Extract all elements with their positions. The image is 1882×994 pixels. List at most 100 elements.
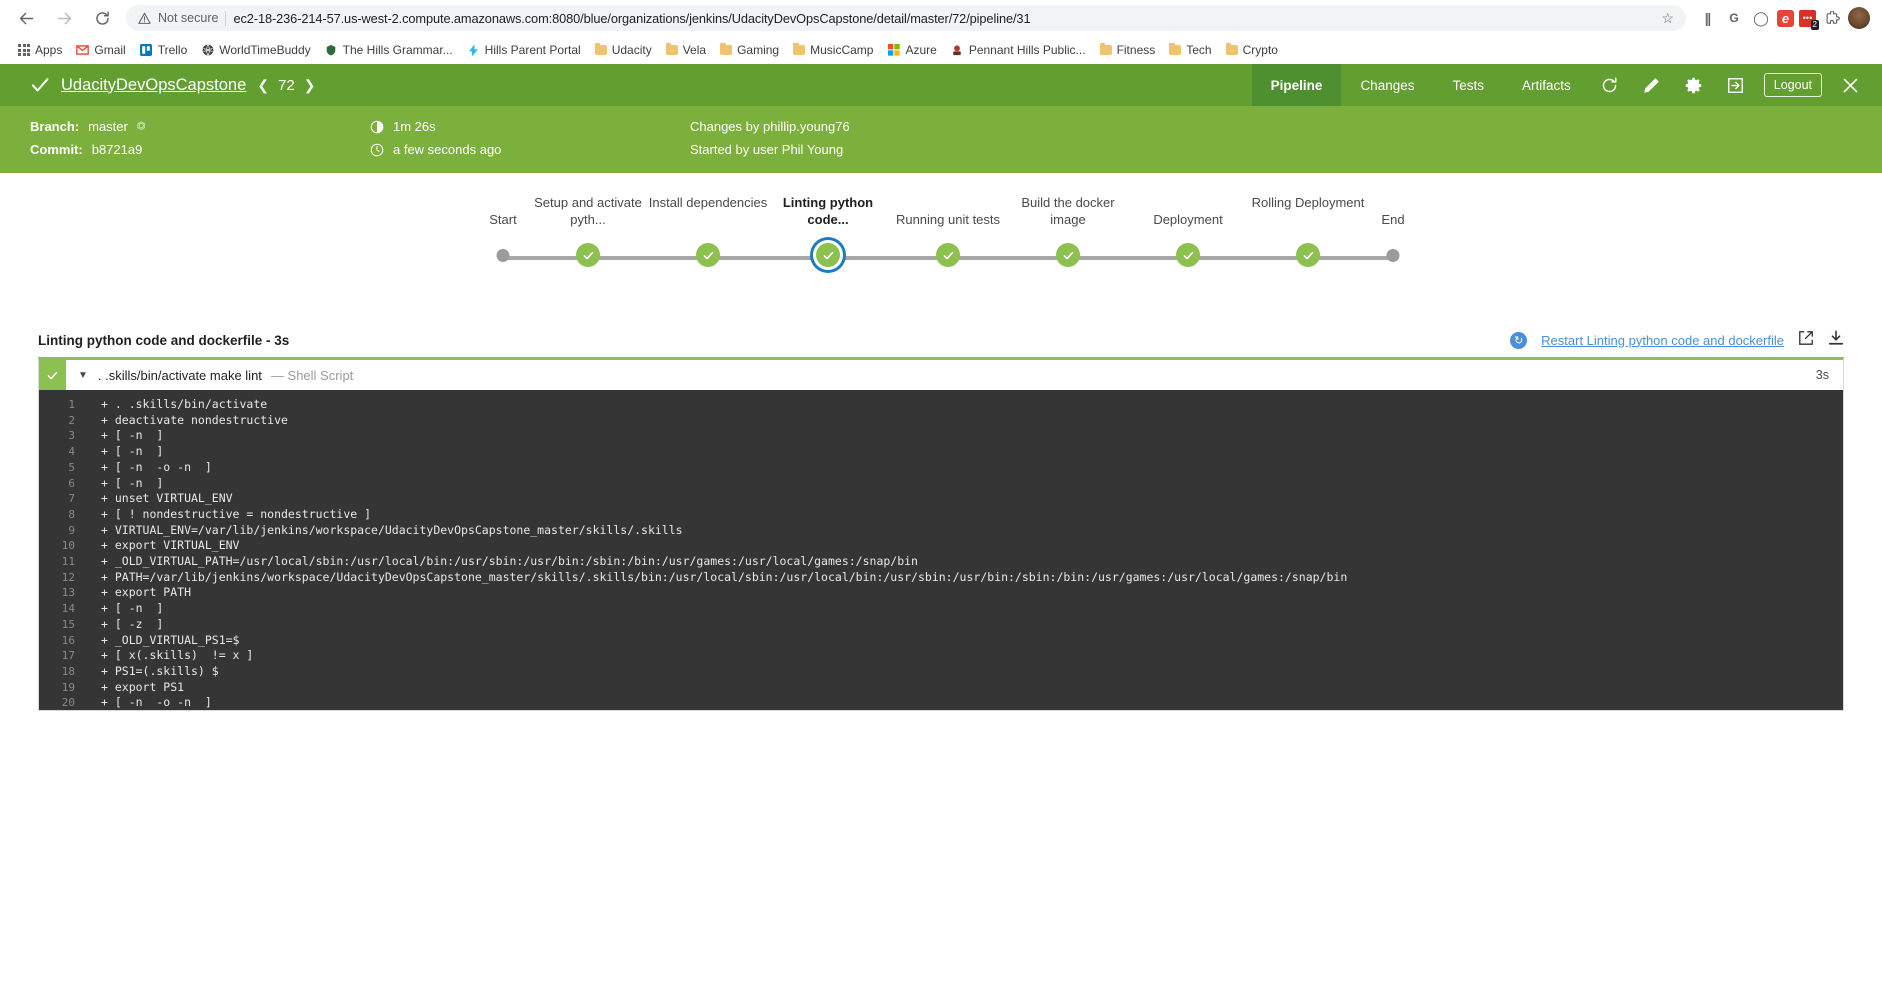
pipeline-stage-end[interactable]: End bbox=[1333, 211, 1453, 228]
console-line: 4 + [ -n ] bbox=[39, 444, 1843, 460]
pipeline-stage-setup[interactable]: Setup and activate pyth... bbox=[528, 194, 648, 228]
pipeline-stage-rolling-deployment[interactable]: Rolling Deployment bbox=[1248, 194, 1368, 211]
restart-circle-icon[interactable]: ↻ bbox=[1510, 331, 1528, 349]
success-check-icon bbox=[936, 243, 960, 267]
chevron-down-icon[interactable]: ▼ bbox=[66, 370, 98, 381]
extensions-puzzle-icon[interactable] bbox=[1821, 7, 1843, 29]
console-line-text: + unset VIRTUAL_ENV bbox=[101, 491, 233, 506]
console-line-text: + [ -n ] bbox=[101, 475, 164, 490]
pipeline-node-unit-tests[interactable] bbox=[936, 243, 960, 267]
commit-info: Commit: b8721a9 bbox=[30, 142, 370, 157]
url-text[interactable]: ec2-18-236-214-57.us-west-2.compute.amaz… bbox=[233, 11, 1030, 26]
tab-changes[interactable]: Changes bbox=[1341, 64, 1433, 106]
tab-tests[interactable]: Tests bbox=[1433, 64, 1503, 106]
bookmark-worldtimebuddy[interactable]: WorldTimeBuddy bbox=[194, 40, 317, 60]
bookmark-fitness[interactable]: Fitness bbox=[1093, 40, 1163, 60]
download-icon[interactable] bbox=[1828, 330, 1844, 350]
external-link-icon[interactable]: ⏣ bbox=[137, 121, 146, 132]
bookmark-hills-parent-portal[interactable]: Hills Parent Portal bbox=[460, 40, 588, 60]
metadata-row-1: Branch: master ⏣ 1m 26s Changes by phill… bbox=[30, 115, 1882, 138]
bookmark-azure[interactable]: Azure bbox=[880, 40, 943, 60]
bookmark-tech[interactable]: Tech bbox=[1162, 40, 1218, 60]
pipeline-node-deployment[interactable] bbox=[1176, 243, 1200, 267]
step-header[interactable]: ▼ . .skills/bin/activate make lint — She… bbox=[39, 360, 1843, 390]
console-line: 1 + . .skills/bin/activate bbox=[39, 397, 1843, 413]
bookmark-vela[interactable]: Vela bbox=[659, 40, 713, 60]
tab-pipeline[interactable]: Pipeline bbox=[1251, 64, 1342, 106]
lightning-icon bbox=[467, 43, 480, 57]
logout-button[interactable]: Logout bbox=[1763, 73, 1822, 97]
console-line: 18 + PS1=(.skills) $ bbox=[39, 664, 1843, 680]
console-line-text: + PS1=(.skills) $ bbox=[101, 663, 219, 678]
pipeline-node-setup[interactable] bbox=[576, 243, 600, 267]
bookmark-star-icon[interactable]: ☆ bbox=[1653, 10, 1674, 27]
back-arrow-icon[interactable] bbox=[12, 4, 40, 32]
folder-icon bbox=[793, 42, 806, 55]
pipeline-stage-deployment[interactable]: Deployment bbox=[1128, 211, 1248, 228]
bookmark-label: Gmail bbox=[94, 43, 126, 57]
step-container: ▼ . .skills/bin/activate make lint — She… bbox=[38, 357, 1844, 711]
pipeline-node-linting[interactable] bbox=[816, 243, 840, 267]
step-success-check-icon bbox=[39, 360, 66, 390]
rerun-icon[interactable] bbox=[1590, 64, 1630, 106]
bookmark-pennant-hills[interactable]: Pennant Hills Public... bbox=[944, 40, 1093, 60]
success-check-icon bbox=[816, 243, 840, 267]
bookmark-gmail[interactable]: Gmail bbox=[69, 40, 132, 60]
bookmark-crypto[interactable]: Crypto bbox=[1219, 40, 1285, 60]
console-line: 5 + [ -n -o -n ] bbox=[39, 460, 1843, 476]
console-line: 17 + [ x(.skills) != x ] bbox=[39, 648, 1843, 664]
pipeline-node-start[interactable] bbox=[496, 243, 510, 267]
bookmark-udacity[interactable]: Udacity bbox=[588, 40, 659, 60]
time-ago-value: a few seconds ago bbox=[393, 142, 502, 157]
opera-extension-icon[interactable]: ◯ bbox=[1750, 7, 1772, 29]
bars-extension-icon[interactable]: ||| bbox=[1696, 7, 1718, 29]
console-line: 19 + export PS1 bbox=[39, 680, 1843, 696]
console-line: 13 + export PATH bbox=[39, 585, 1843, 601]
chevron-left-icon[interactable]: ❮ bbox=[257, 77, 269, 94]
branch-label: Branch: bbox=[30, 119, 80, 134]
pipeline-graph: Start Setup and activate pyth... Install… bbox=[0, 173, 1882, 323]
pipeline-node-end[interactable] bbox=[1386, 243, 1400, 267]
pipeline-node-build-docker[interactable] bbox=[1056, 243, 1080, 267]
restart-stage-link[interactable]: Restart Linting python code and dockerfi… bbox=[1541, 333, 1784, 348]
stage-label: Setup and activate pyth... bbox=[534, 195, 642, 227]
exit-arrow-icon[interactable] bbox=[1716, 64, 1756, 106]
pipeline-name-link[interactable]: UdacityDevOpsCapstone bbox=[61, 76, 246, 95]
console-line-text: + [ ! nondestructive = nondestructive ] bbox=[101, 506, 372, 521]
bookmark-trello[interactable]: Trello bbox=[133, 40, 195, 60]
chevron-right-icon[interactable]: ❯ bbox=[304, 77, 316, 94]
grammarly-extension-icon[interactable]: G bbox=[1723, 7, 1745, 29]
pipeline-stage-install[interactable]: Install dependencies bbox=[648, 194, 768, 211]
pipeline-stage-linting[interactable]: Linting python code... bbox=[768, 194, 888, 228]
stage-label: Linting python code... bbox=[782, 195, 874, 227]
forward-arrow-icon[interactable] bbox=[50, 4, 78, 32]
console-line-number: 15 bbox=[61, 617, 75, 631]
connector bbox=[1188, 256, 1308, 260]
address-bar[interactable]: Not secure ec2-18-236-214-57.us-west-2.c… bbox=[126, 5, 1686, 31]
profile-avatar[interactable] bbox=[1848, 7, 1870, 29]
connector bbox=[828, 256, 948, 260]
reload-icon[interactable] bbox=[88, 4, 116, 32]
red-extension-icon[interactable]: ••• 2 bbox=[1799, 9, 1819, 30]
console-output[interactable]: 1 + . .skills/bin/activate 2 + deactivate n… bbox=[39, 390, 1843, 710]
end-node-dot bbox=[1386, 248, 1400, 262]
console-line-number: 16 bbox=[61, 633, 75, 647]
pipeline-node-rolling-deployment[interactable] bbox=[1296, 243, 1320, 267]
tab-artifacts[interactable]: Artifacts bbox=[1503, 64, 1590, 106]
browser-toolbar: Not secure ec2-18-236-214-57.us-west-2.c… bbox=[0, 0, 1882, 36]
console-line-number: 18 bbox=[61, 664, 75, 678]
edit-pencil-icon[interactable] bbox=[1632, 64, 1672, 106]
bookmark-musiccamp[interactable]: MusicCamp bbox=[786, 40, 880, 60]
pipeline-stage-build-docker[interactable]: Build the docker image bbox=[1008, 194, 1128, 228]
pipeline-stage-unit-tests[interactable]: Running unit tests bbox=[888, 211, 1008, 228]
bookmark-apps[interactable]: Apps bbox=[11, 40, 69, 60]
console-line-number: 12 bbox=[61, 570, 75, 584]
bookmark-label: Tech bbox=[1186, 43, 1212, 57]
evernote-extension-icon[interactable]: e bbox=[1777, 9, 1794, 27]
bookmark-hills-grammar[interactable]: The Hills Grammar... bbox=[318, 40, 460, 60]
close-x-icon[interactable] bbox=[1830, 64, 1870, 106]
bookmark-gaming[interactable]: Gaming bbox=[713, 40, 786, 60]
settings-gear-icon[interactable] bbox=[1674, 64, 1714, 106]
open-external-icon[interactable] bbox=[1798, 330, 1814, 350]
pipeline-node-install[interactable] bbox=[696, 243, 720, 267]
